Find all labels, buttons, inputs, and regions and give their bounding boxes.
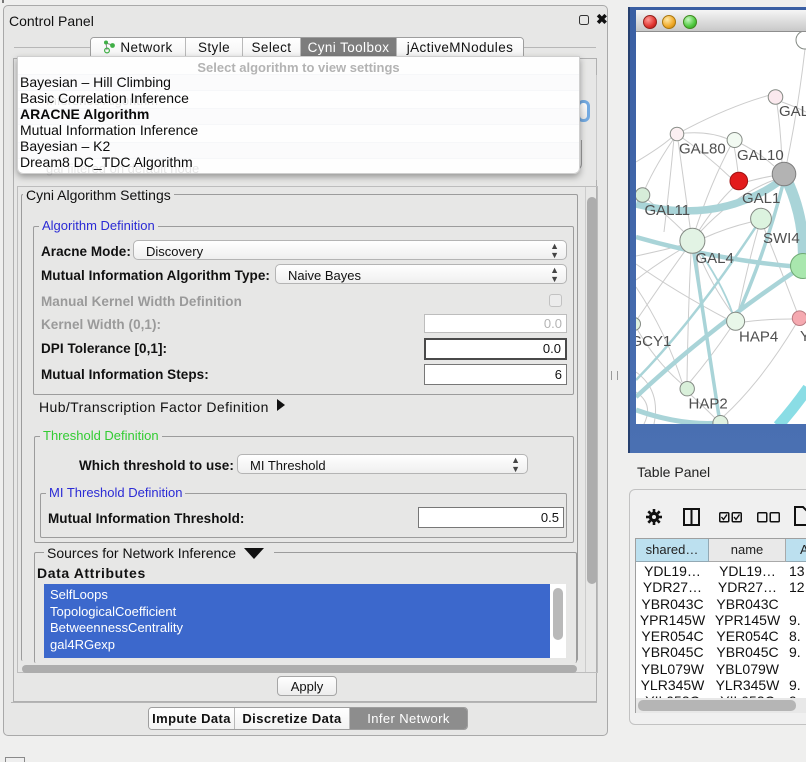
svg-text:SWI4: SWI4 <box>763 230 800 247</box>
svg-text:YP: YP <box>800 328 806 345</box>
svg-text:GAL4: GAL4 <box>696 250 734 267</box>
svg-text:GAL1: GAL1 <box>742 190 780 207</box>
svg-text:GCY1: GCY1 <box>636 333 671 350</box>
svg-text:HAP2: HAP2 <box>689 396 728 413</box>
svg-text:GAL80: GAL80 <box>679 141 726 158</box>
svg-text:GAL11: GAL11 <box>645 202 691 219</box>
svg-text:GAL2: GAL2 <box>779 103 806 120</box>
svg-text:GAL10: GAL10 <box>737 147 784 164</box>
svg-text:HAP4: HAP4 <box>739 329 778 346</box>
